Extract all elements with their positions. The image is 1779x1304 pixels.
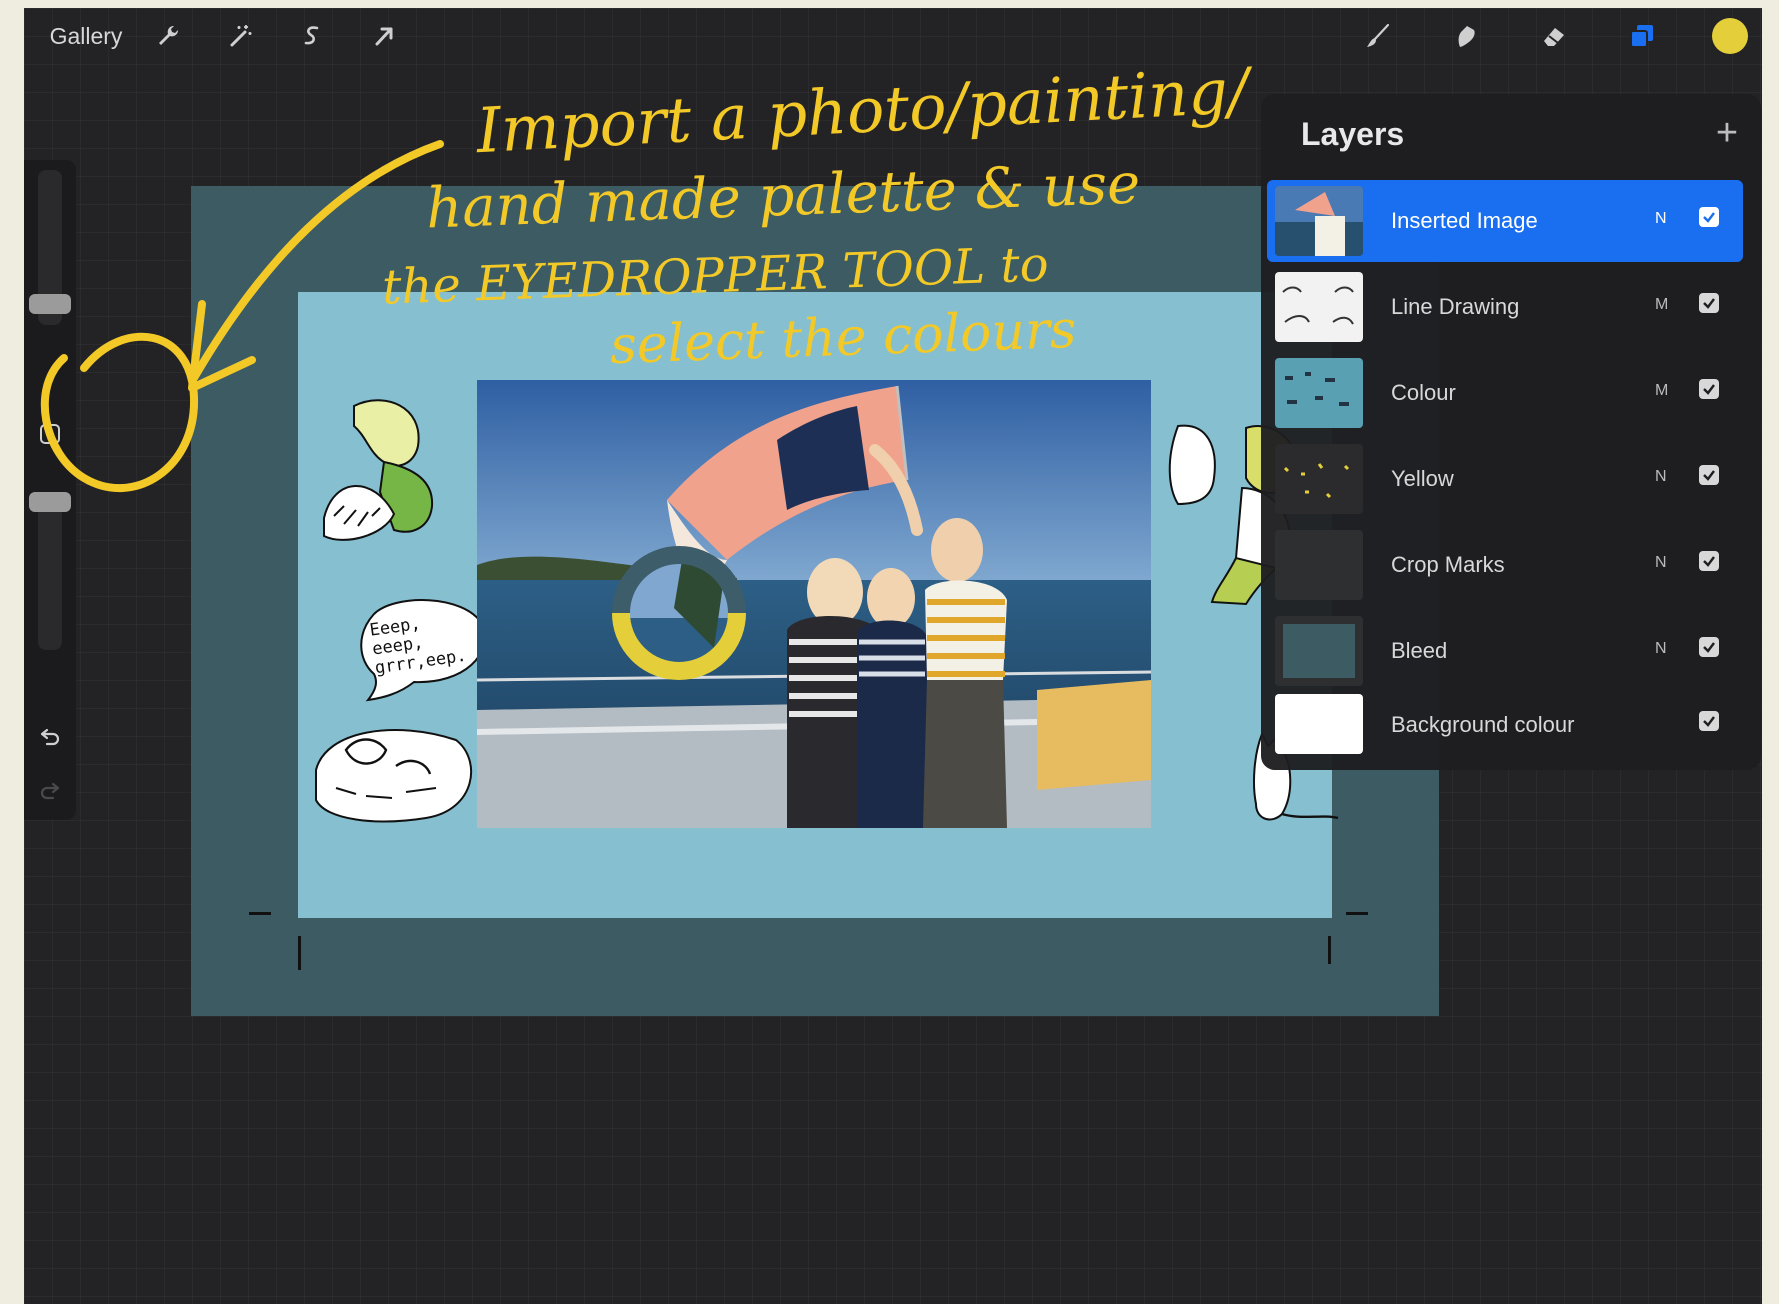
layer-name: Colour [1391, 380, 1456, 405]
blend-mode-button[interactable]: N [1655, 210, 1667, 228]
visibility-checkbox[interactable] [1699, 637, 1719, 657]
sleeping-dog-doodle [315, 729, 472, 823]
layer-row-yellow[interactable]: Yellow N [1267, 438, 1743, 520]
visibility-checkbox[interactable] [1699, 465, 1719, 485]
crop-mark [249, 912, 271, 915]
visibility-checkbox[interactable] [1699, 379, 1719, 399]
layer-thumbnail [1275, 272, 1363, 342]
layers-panel: Layers + Inserted Image N Line Drawing M… [1261, 94, 1761, 770]
blend-mode-button[interactable]: M [1655, 382, 1668, 400]
layers-icon[interactable] [1620, 14, 1664, 58]
selection-icon[interactable] [290, 14, 334, 58]
layers-title: Layers [1301, 116, 1405, 152]
layer-row-line-drawing[interactable]: Line Drawing M [1267, 266, 1743, 348]
top-toolbar: Gallery [24, 8, 1762, 64]
brush-icon[interactable] [1356, 14, 1400, 58]
blend-mode-button[interactable]: N [1655, 554, 1667, 572]
layer-name: Bleed [1391, 638, 1448, 663]
modify-square-icon[interactable] [34, 418, 66, 450]
magic-wand-icon[interactable] [218, 14, 262, 58]
visibility-checkbox[interactable] [1699, 207, 1719, 227]
opacity-thumb[interactable] [29, 492, 71, 512]
layer-thumbnail [1275, 444, 1363, 514]
crop-mark [1328, 936, 1331, 964]
layer-row-colour[interactable]: Colour M [1267, 352, 1743, 434]
layer-thumbnail [1275, 358, 1363, 428]
crop-mark [1346, 912, 1368, 915]
brush-size-thumb[interactable] [29, 294, 71, 314]
eraser-icon[interactable] [1532, 14, 1576, 58]
crop-mark [298, 936, 301, 970]
child-dog-doodle [323, 399, 434, 541]
layer-thumbnail [1275, 186, 1363, 256]
visibility-checkbox[interactable] [1699, 551, 1719, 571]
wrench-icon[interactable] [146, 14, 190, 58]
layer-name: Line Drawing [1391, 294, 1520, 319]
layer-row-background-colour[interactable]: Background colour [1267, 686, 1743, 768]
blend-mode-button[interactable]: N [1655, 640, 1667, 658]
transform-arrow-icon[interactable] [362, 14, 406, 58]
layer-thumbnail [1275, 694, 1363, 754]
gallery-button[interactable]: Gallery [38, 14, 134, 58]
blend-mode-button[interactable]: M [1655, 296, 1668, 314]
eyedropper-loupe[interactable] [604, 538, 754, 688]
visibility-checkbox[interactable] [1699, 293, 1719, 313]
layer-thumbnail [1275, 616, 1363, 686]
smudge-icon[interactable] [1444, 14, 1488, 58]
layer-row-crop-marks[interactable]: Crop Marks N [1267, 524, 1743, 606]
procreate-screen: Gallery Eeep, eeep, grrr,eep. Layers + I… [24, 8, 1762, 1304]
layer-name: Inserted Image [1391, 208, 1538, 233]
opacity-slider[interactable] [38, 495, 62, 650]
layer-name: Crop Marks [1391, 552, 1505, 577]
inserted-photo[interactable] [477, 380, 1151, 828]
redo-icon[interactable] [34, 774, 66, 806]
add-layer-button[interactable]: + [1707, 114, 1747, 154]
left-sidebar [24, 160, 76, 820]
colour-swatch-icon[interactable] [1708, 14, 1752, 58]
undo-icon[interactable] [34, 720, 66, 752]
layer-name: Background colour [1391, 712, 1575, 737]
layer-name: Yellow [1391, 466, 1454, 491]
visibility-checkbox[interactable] [1699, 711, 1719, 731]
blend-mode-button[interactable]: N [1655, 468, 1667, 486]
layer-row-bleed[interactable]: Bleed N [1267, 610, 1743, 692]
layer-row-inserted-image[interactable]: Inserted Image N [1267, 180, 1743, 262]
layer-thumbnail [1275, 530, 1363, 600]
